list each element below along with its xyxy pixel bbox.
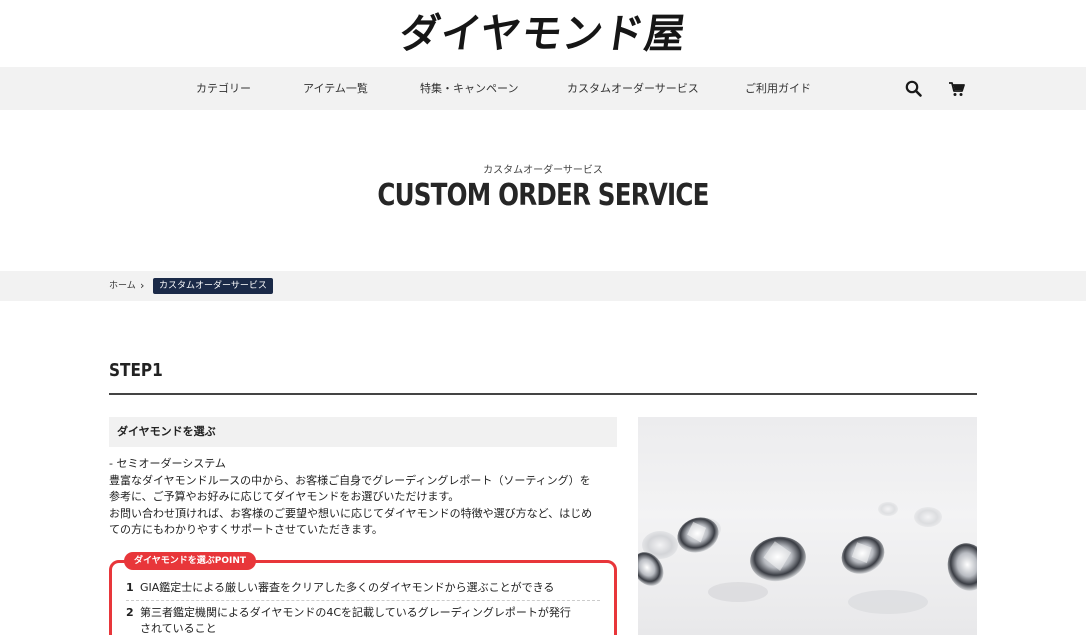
nav-item-items[interactable]: アイテム一覧 [303, 67, 368, 110]
point-text: GIA鑑定士による厳しい審査をクリアした多くのダイヤモンドから選ぶことができる [140, 581, 555, 594]
point-item: 1 GIA鑑定士による厳しい審査をクリアした多くのダイヤモンドから選ぶことができる [126, 580, 554, 596]
cart-icon[interactable] [947, 79, 967, 99]
point-item: 2 第三者鑑定機関によるダイヤモンドの4Cを記載しているグレーディングレポートが発… [126, 605, 571, 621]
description-line: 豊富なダイヤモンドルースの中から、お客様ご自身でグレーディングレポート（ソーティ… [109, 473, 591, 487]
description-line: ての方にもわかりやすくサポートさせていただきます。 [109, 523, 383, 536]
nav-item-guide[interactable]: ご利用ガイド [745, 67, 811, 110]
nav-item-category[interactable]: カテゴリー [196, 67, 251, 110]
breadcrumb: ホーム › カスタムオーダーサービス [0, 271, 1086, 301]
step-heading: ダイヤモンドを選ぶ [117, 425, 216, 438]
nav-item-campaign[interactable]: 特集・キャンペーン [420, 67, 518, 110]
description-line: 参考に、ご予算やお好みに応じてダイヤモンドをお選びいただけます。 [109, 490, 460, 503]
header: ダイヤモンド屋 [0, 0, 1086, 67]
point-badge: ダイヤモンドを選ぶPOINT [124, 552, 256, 570]
breadcrumb-current: カスタムオーダーサービス [153, 278, 273, 294]
point-text: されていること [140, 622, 217, 635]
step-divider [109, 393, 977, 395]
point-divider [126, 600, 600, 601]
diamonds-image [638, 502, 977, 614]
chevron-right-icon: › [140, 279, 145, 292]
site-logo[interactable]: ダイヤモンド屋 [397, 10, 689, 57]
point-item-continued: されていること [140, 621, 217, 635]
point-number: 1 [126, 581, 134, 594]
page-title: CUSTOM ORDER SERVICE [377, 178, 709, 213]
step-description: - セミオーダーシステム 豊富なダイヤモンドルースの中から、お客様ご自身でグレー… [109, 456, 617, 539]
diamonds-photo [638, 417, 977, 635]
nav-item-custom-order[interactable]: カスタムオーダーサービス [567, 67, 699, 110]
page-subtitle: カスタムオーダーサービス [483, 165, 603, 176]
breadcrumb-home-link[interactable]: ホーム [109, 271, 136, 301]
point-number: 2 [126, 606, 134, 619]
description-line: お問い合わせ頂ければ、お客様のご要望や想いに応じてダイヤモンドの特徴や選び方など… [109, 506, 593, 520]
search-icon[interactable] [904, 79, 924, 99]
description-line: - セミオーダーシステム [109, 457, 226, 470]
global-nav: カテゴリー アイテム一覧 特集・キャンペーン カスタムオーダーサービス ご利用ガ… [0, 67, 1086, 110]
point-text: 第三者鑑定機関によるダイヤモンドの4Cを記載しているグレーディングレポートが発行 [140, 606, 571, 619]
step-title: STEP1 [109, 360, 163, 381]
step-heading-bar: ダイヤモンドを選ぶ [109, 417, 617, 447]
